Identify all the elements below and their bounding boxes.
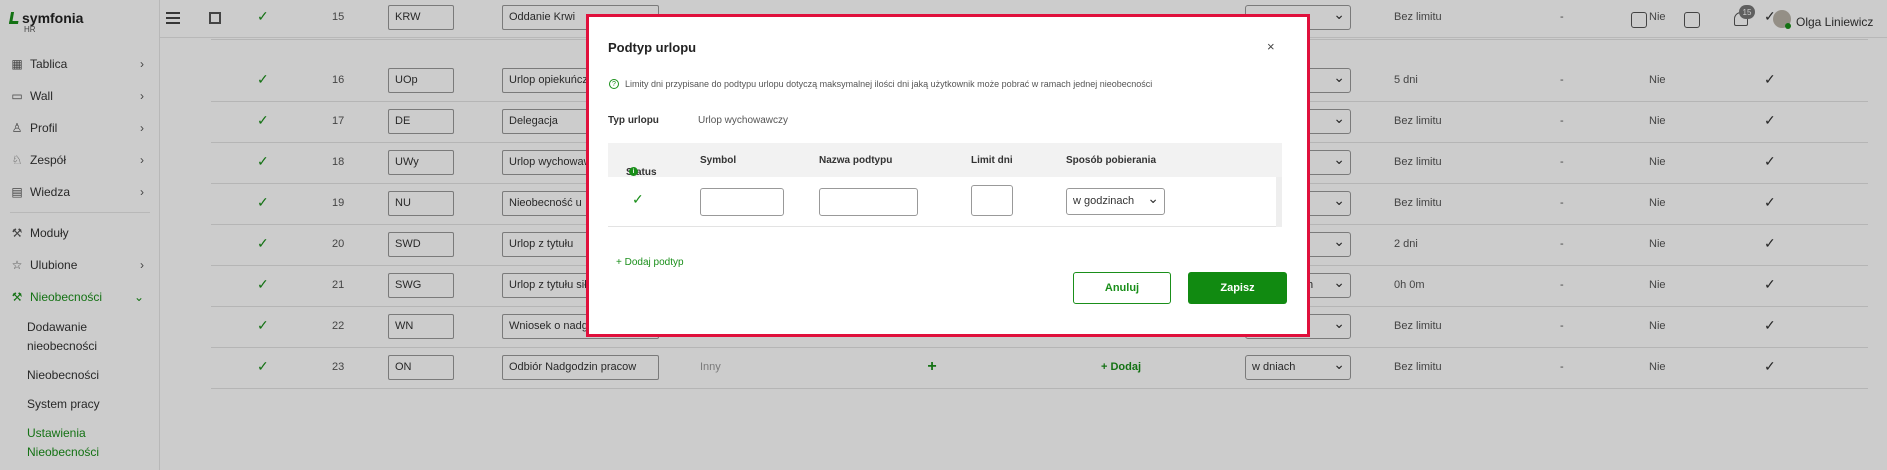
add-subtype-button[interactable]: + Dodaj podtyp — [616, 257, 684, 268]
help-icon: ? — [609, 79, 619, 89]
type-value: Urlop wychowawczy — [698, 115, 789, 126]
col-method: Sposób pobierania — [1066, 155, 1157, 166]
subtype-name-input[interactable] — [819, 188, 918, 216]
modal-title: Podtyp urlopu — [608, 40, 697, 55]
col-symbol: Symbol — [700, 155, 737, 166]
subtype-modal: Podtyp urlopu × ? Limity dni przypisane … — [586, 14, 1310, 337]
type-label: Typ urlopu — [608, 115, 659, 126]
modal-info: ? Limity dni przypisane do podtypu urlop… — [609, 79, 1152, 89]
subtype-table-header: Status i Symbol Nazwa podtypu Limit dni S… — [608, 143, 1282, 178]
subtype-table: Status i Symbol Nazwa podtypu Limit dni S… — [608, 143, 1282, 251]
symbol-input[interactable] — [700, 188, 784, 216]
cancel-button[interactable]: Anuluj — [1073, 272, 1171, 304]
scrollbar[interactable] — [1276, 177, 1282, 227]
check-icon[interactable]: ✓ — [632, 191, 644, 208]
subtype-row: ✓ w godzinach — [608, 177, 1282, 227]
info-icon[interactable]: i — [629, 167, 638, 176]
save-button[interactable]: Zapisz — [1188, 272, 1287, 304]
method-select[interactable]: w godzinach — [1066, 188, 1165, 215]
close-icon[interactable]: × — [1267, 39, 1275, 54]
col-name: Nazwa podtypu — [819, 155, 893, 166]
col-limit: Limit dni — [971, 155, 1013, 166]
modal-info-text: Limity dni przypisane do podtypu urlopu … — [625, 79, 1153, 89]
limit-days-input[interactable] — [971, 185, 1013, 216]
